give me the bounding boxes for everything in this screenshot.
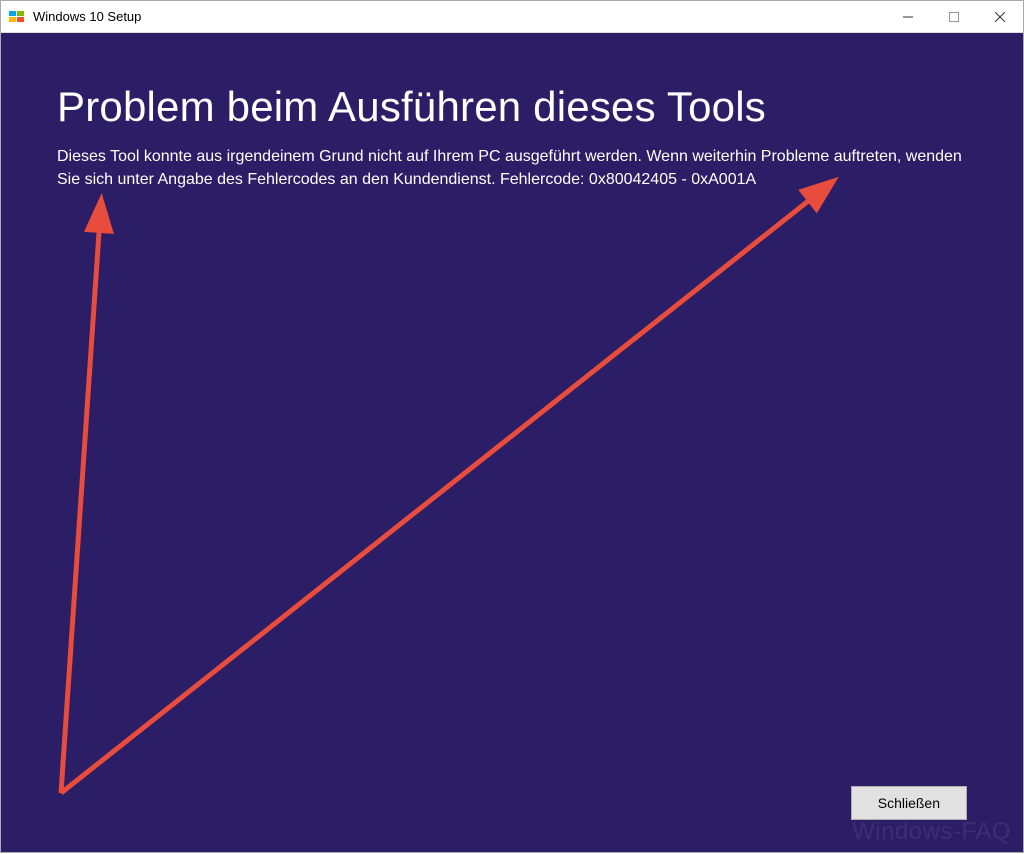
footer: Schließen — [57, 786, 967, 828]
close-button[interactable]: Schließen — [851, 786, 967, 820]
minimize-button[interactable] — [885, 1, 931, 32]
window-controls — [885, 1, 1023, 32]
error-body: Dieses Tool konnte aus irgendeinem Grund… — [57, 145, 967, 191]
titlebar: Windows 10 Setup — [1, 1, 1023, 33]
maximize-button[interactable] — [931, 1, 977, 32]
window-close-button[interactable] — [977, 1, 1023, 32]
setup-window: Windows 10 Setup Problem beim Ausführen … — [0, 0, 1024, 853]
error-heading: Problem beim Ausführen dieses Tools — [57, 83, 967, 131]
content-area: Problem beim Ausführen dieses Tools Dies… — [1, 33, 1023, 852]
window-title: Windows 10 Setup — [33, 9, 885, 24]
app-icon — [9, 9, 25, 25]
